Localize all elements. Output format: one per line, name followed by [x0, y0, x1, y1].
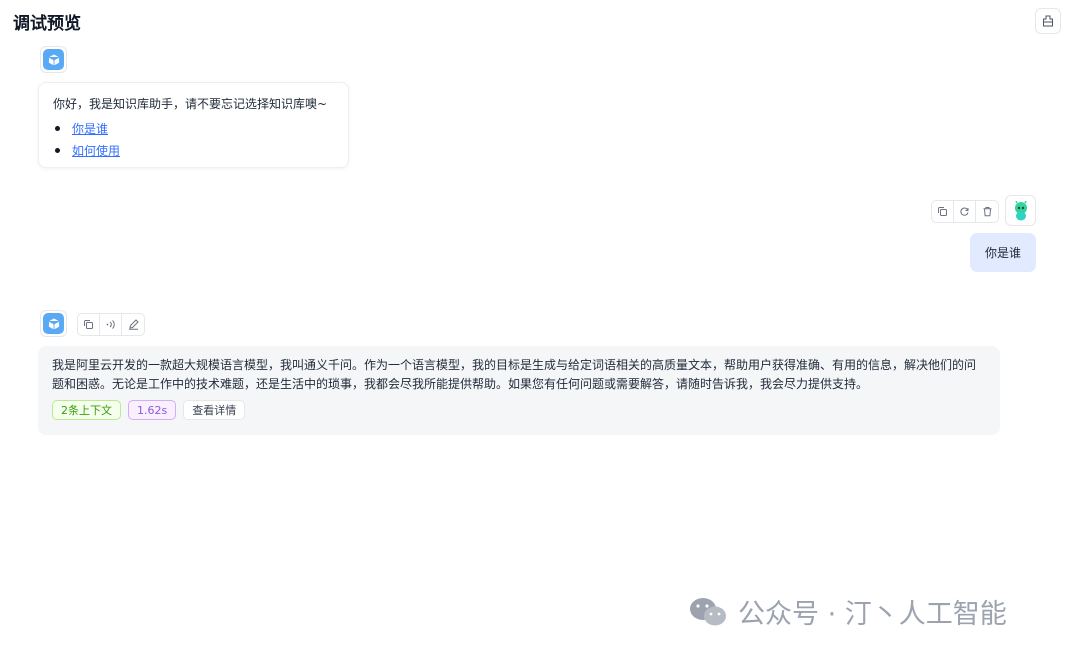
- watermark-text: 公众号 · 汀丶人工智能: [738, 599, 1007, 630]
- list-item: 你是谁: [53, 117, 334, 139]
- bullet: [55, 125, 60, 131]
- list-item: 如何使用: [53, 139, 334, 161]
- welcome-message: 你好，我是知识库助手，请不要忘记选择知识库噢~ 你是谁 如何使用: [38, 82, 349, 168]
- user-avatar-icon: [1014, 200, 1027, 220]
- user-message-toolbar: [931, 200, 999, 223]
- answer-text: 我是阿里云开发的一款超大规模语言模型，我叫通义千问。作为一个语言模型，我的目标是…: [52, 358, 977, 391]
- wechat-icon: [690, 597, 726, 625]
- response-time-tag: 1.62s: [128, 400, 177, 420]
- copy-icon: [84, 320, 93, 329]
- retry-icon: [960, 207, 969, 216]
- delete-icon: [983, 207, 991, 217]
- edit-icon: [128, 319, 139, 330]
- copy-button[interactable]: [932, 201, 954, 222]
- clear-chat-button[interactable]: [1035, 8, 1061, 34]
- bot-avatar: [40, 310, 67, 337]
- context-count-tag[interactable]: 2条上下文: [52, 400, 121, 420]
- bot-answer-message: 我是阿里云开发的一款超大规模语言模型，我叫通义千问。作为一个语言模型，我的目标是…: [38, 346, 1000, 435]
- watermark: 公众号 · 汀丶人工智能: [688, 592, 1007, 631]
- answer-meta: 2条上下文 1.62s 查看详情: [52, 400, 986, 420]
- delete-button[interactable]: [976, 201, 998, 222]
- cube-icon: [47, 316, 60, 331]
- user-avatar: [1005, 195, 1036, 226]
- user-message-bubble: 你是谁: [970, 233, 1036, 272]
- read-aloud-button[interactable]: [100, 314, 122, 335]
- clear-icon: [1043, 15, 1053, 27]
- welcome-text: 你好，我是知识库助手，请不要忘记选择知识库噢~: [53, 97, 328, 111]
- suggested-question-link[interactable]: 你是谁: [72, 120, 108, 137]
- copy-button[interactable]: [78, 314, 100, 335]
- page-title: 调试预览: [13, 14, 81, 34]
- retry-button[interactable]: [954, 201, 976, 222]
- copy-icon: [938, 207, 947, 216]
- suggested-questions: 你是谁 如何使用: [53, 117, 334, 161]
- view-details-button[interactable]: 查看详情: [183, 400, 246, 420]
- suggested-question-link[interactable]: 如何使用: [72, 142, 120, 159]
- edit-button[interactable]: [122, 314, 144, 335]
- speaker-icon: [106, 320, 115, 329]
- bullet: [55, 147, 60, 153]
- cube-icon: [47, 52, 60, 67]
- bot-message-toolbar: [77, 313, 145, 336]
- bot-avatar: [40, 46, 67, 73]
